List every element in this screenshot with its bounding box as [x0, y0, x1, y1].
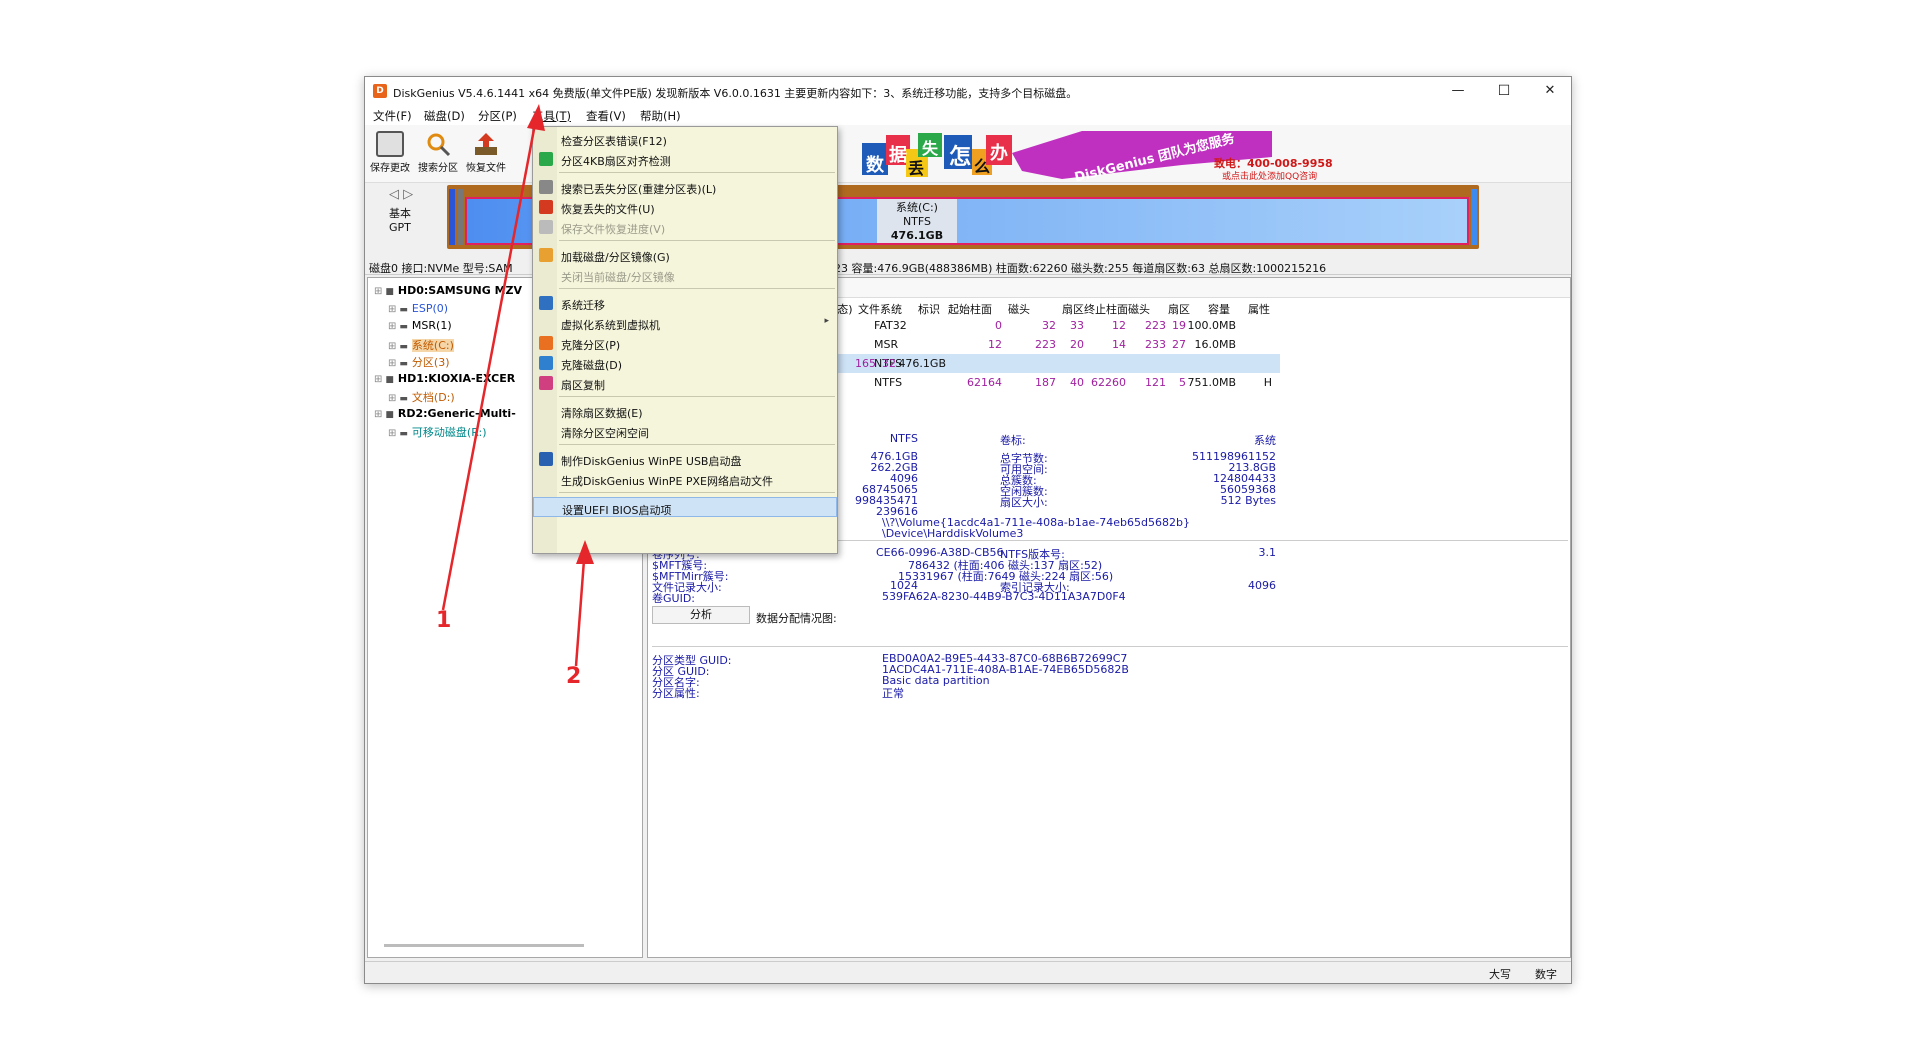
annotation-layer	[441, 104, 594, 667]
annotation-arrow-1	[441, 123, 537, 611]
annotation-label-1: 1	[436, 608, 452, 633]
annotation-arrow-2	[574, 559, 586, 667]
annotation-arrowhead-2	[576, 540, 594, 564]
annotation-label-2: 2	[566, 664, 582, 689]
annotation-arrowhead-1	[527, 104, 545, 131]
